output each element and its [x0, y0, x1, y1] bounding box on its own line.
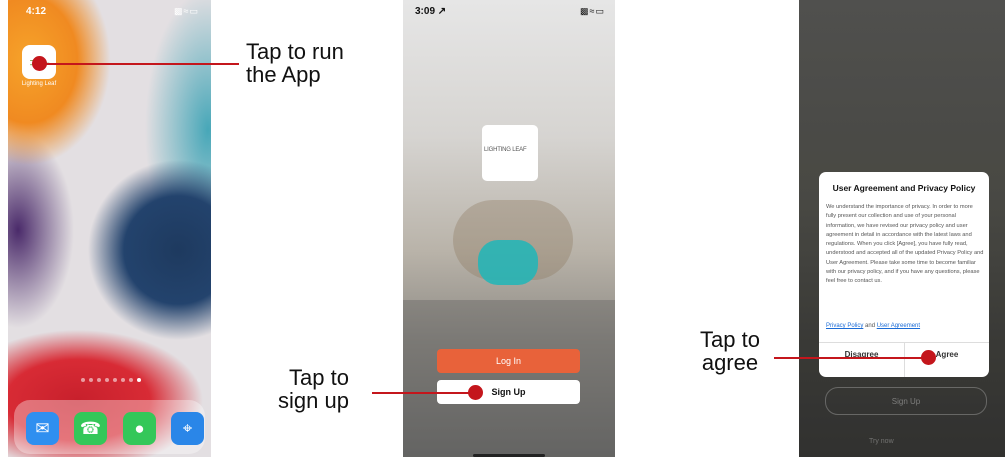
login-screen: 3:09 ↗ ▩≈▭ LIGHTING LEAF Log In Sign Up	[403, 0, 615, 457]
background-try-link: Try now	[869, 438, 894, 445]
callout-line	[774, 357, 928, 359]
page-dot	[113, 378, 117, 382]
dialog-links: Privacy Policy and User Agreement	[826, 323, 920, 329]
dialog-body: We understand the importance of privacy.…	[826, 204, 984, 284]
mail-icon[interactable]: ✉	[26, 412, 59, 445]
privacy-dialog: User Agreement and Privacy Policy We und…	[819, 172, 989, 377]
status-time: 4:12	[26, 6, 47, 17]
phone-icon[interactable]: ☎	[74, 412, 107, 445]
callout-run-app: Tap to run the App	[246, 39, 344, 87]
page-dot	[89, 378, 93, 382]
page-dot-active	[137, 378, 141, 382]
page-dot	[121, 378, 125, 382]
dialog-title: User Agreement and Privacy Policy	[832, 183, 976, 193]
dock: ✉ ☎ ● ⌖	[14, 400, 205, 454]
app-label: Lighting Leaf	[21, 81, 57, 87]
callout-sign-up: Tap to sign up	[278, 365, 349, 413]
messages-icon[interactable]: ●	[123, 412, 156, 445]
links-joiner: and	[865, 323, 876, 329]
status-icons: ▩≈▭	[174, 6, 199, 16]
page-indicator[interactable]	[81, 378, 141, 382]
page-dot	[97, 378, 101, 382]
page-dot	[129, 378, 133, 382]
status-time: 3:09 ↗	[415, 6, 447, 17]
background-signup-button: Sign Up	[825, 387, 987, 415]
app-logo: LIGHTING LEAF	[482, 125, 538, 181]
callout-agree: Tap to agree	[700, 327, 760, 375]
callout-line	[39, 63, 239, 65]
status-icons: ▩≈▭	[580, 6, 605, 16]
agreement-screen: Sign Up Try now User Agreement and Priva…	[799, 0, 1005, 457]
background-blur	[478, 240, 538, 285]
page-dot	[81, 378, 85, 382]
background-blur	[403, 300, 615, 457]
privacy-policy-link[interactable]: Privacy Policy	[826, 323, 863, 329]
logo-text: LIGHTING LEAF	[484, 147, 527, 153]
page-dot	[105, 378, 109, 382]
user-agreement-link[interactable]: User Agreement	[877, 323, 920, 329]
callout-line	[372, 392, 475, 394]
divider	[904, 342, 905, 377]
login-button[interactable]: Log In	[437, 349, 580, 373]
safari-icon[interactable]: ⌖	[171, 412, 204, 445]
